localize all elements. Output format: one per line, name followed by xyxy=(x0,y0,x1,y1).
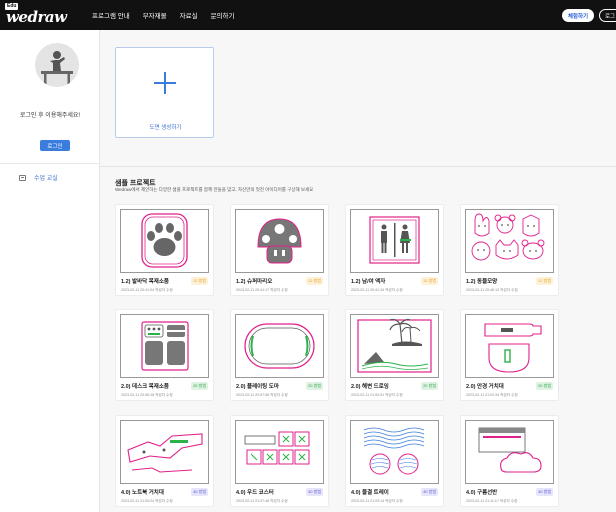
level-badge: 12 방법 xyxy=(191,277,208,285)
login-button-top[interactable]: 로그 xyxy=(599,9,616,22)
card-date: 2023-02-11 20:57:58 작성자 수정 xyxy=(236,393,288,397)
nav-contact[interactable]: 문의하기 xyxy=(211,10,235,20)
card-title: 4.0) 구름선반 xyxy=(466,490,498,496)
create-drawing-label: 도면 생성하기 xyxy=(149,125,182,131)
level-badge: 40 방법 xyxy=(306,488,323,496)
level-badge: 20 방법 xyxy=(421,382,438,390)
sample-card-paw-wood[interactable]: 1.2) 발바닥 목재소품 2023-02-11 20:41:04 작성자 수정… xyxy=(115,204,214,296)
sample-card-plating-board[interactable]: 2.0) 플레이팅 도마 2023-02-11 20:57:58 작성자 수정 … xyxy=(230,309,329,401)
card-date: 2023-02-11 21:11:17 작성자 수정 xyxy=(466,499,518,503)
card-date: 2023-02-11 21:00:51 작성자 수정 xyxy=(351,393,403,397)
card-title: 1.2) 남/여 액자 xyxy=(351,279,386,285)
wood-coaster-thumbnail xyxy=(235,420,324,484)
plating-board-thumbnail xyxy=(235,314,324,378)
card-title: 1.2) 동물모양 xyxy=(466,279,498,285)
card-date: 2023-02-11 20:41:34 작성자 수정 xyxy=(351,288,403,292)
card-title: 1.2) 슈퍼마리오 xyxy=(236,279,273,285)
login-prompt: 로그인 후 이용해주세요! xyxy=(19,113,81,119)
sample-card-restroom-frame[interactable]: 1.2) 남/여 액자 2023-02-11 20:41:34 작성자 수정 1… xyxy=(345,204,444,296)
sidebar-item-label: 수업 교실 xyxy=(34,176,58,182)
beach-drawing-thumbnail xyxy=(350,314,439,378)
sample-card-super-mario[interactable]: 1.2) 슈퍼마리오 2023-02-11 20:41:17 작성자 수정 12… xyxy=(230,204,329,296)
logo-wordmark: wedraw xyxy=(6,8,67,26)
level-badge: 12 방법 xyxy=(421,277,438,285)
card-date: 2023-02-11 20:46:13 작성자 수정 xyxy=(466,288,518,292)
card-date: 2023-02-11 20:41:04 작성자 수정 xyxy=(121,288,173,292)
level-badge: 40 방법 xyxy=(191,488,208,496)
card-title: 2.0) 플레이팅 도마 xyxy=(236,384,279,390)
level-badge: 12 방법 xyxy=(306,277,323,285)
laptop-stand-thumbnail xyxy=(120,420,209,484)
card-date: 2023-02-11 20:41:17 작성자 수정 xyxy=(236,288,288,292)
nav-resources[interactable]: 자료실 xyxy=(180,10,198,20)
sample-card-desk-organizer[interactable]: 2.0) 데스크 목재소품 2023-02-11 20:55:18 작성자 수정… xyxy=(115,309,214,401)
level-badge: 20 방법 xyxy=(306,382,323,390)
restroom-sign-thumbnail xyxy=(350,209,439,273)
animal-shapes-thumbnail xyxy=(465,209,554,273)
sidebar: 로그인 후 이용해주세요! 로그인 수업 교실 xyxy=(0,30,100,512)
card-title: 2.0) 데스크 목재소품 xyxy=(121,384,169,390)
level-badge: 20 방법 xyxy=(536,382,553,390)
level-badge: 40 방법 xyxy=(536,488,553,496)
samples-section-subtitle: Wedraw에서 제안하는 다양한 샘플 프로젝트를 함께 만들을 맞고, 자신… xyxy=(115,187,314,192)
card-title: 4.0) 노트북 거치대 xyxy=(121,490,164,496)
card-date: 2023-02-11 21:05:24 작성자 수정 xyxy=(121,499,173,503)
card-date: 2023-02-11 20:55:18 작성자 수정 xyxy=(121,393,173,397)
desk-organizer-thumbnail xyxy=(120,314,209,378)
card-title: 1.2) 발바닥 목재소품 xyxy=(121,279,169,285)
wedraw-logo[interactable]: Edu wedraw xyxy=(5,3,67,27)
paw-thumbnail xyxy=(120,209,209,273)
wave-tray-thumbnail xyxy=(350,420,439,484)
sidebar-item-classroom[interactable]: 수업 교실 xyxy=(19,173,58,182)
section-divider xyxy=(100,166,616,167)
avatar-person-icon xyxy=(41,51,73,87)
avatar xyxy=(35,43,79,87)
card-title: 4.0) 물결 트레이 xyxy=(351,490,389,496)
card-date: 2023-02-11 21:09:14 작성자 수정 xyxy=(351,499,403,503)
sidebar-divider xyxy=(0,163,100,164)
sample-card-cloud-shelf[interactable]: 4.0) 구름선반 2023-02-11 21:11:17 작성자 수정 40 … xyxy=(460,415,559,507)
sample-card-beach-drawing[interactable]: 2.0) 해변 드로잉 2023-02-11 21:00:51 작성자 수정 2… xyxy=(345,309,444,401)
plus-icon xyxy=(154,72,176,94)
nav-materials-shop[interactable]: 부자재몰 xyxy=(143,10,167,20)
sample-card-wave-tray[interactable]: 4.0) 물결 트레이 2023-02-11 21:09:14 작성자 수정 4… xyxy=(345,415,444,507)
sample-card-glasses-holder[interactable]: 2.0) 안경 거치대 2023-02-11 21:02:34 작성자 수정 2… xyxy=(460,309,559,401)
sample-card-animal-shapes[interactable]: 1.2) 동물모양 2023-02-11 20:46:13 작성자 수정 12 … xyxy=(460,204,559,296)
glasses-holder-thumbnail xyxy=(465,314,554,378)
card-title: 4.0) 우드 코스터 xyxy=(236,490,274,496)
mushroom-thumbnail xyxy=(235,209,324,273)
cloud-shelf-thumbnail xyxy=(465,420,554,484)
login-button[interactable]: 로그인 xyxy=(40,140,70,151)
level-badge: 40 방법 xyxy=(421,488,438,496)
nav-program-guide[interactable]: 프로그램 안내 xyxy=(92,10,130,20)
card-title: 2.0) 안경 거치대 xyxy=(466,384,504,390)
card-date: 2023-02-11 21:07:48 작성자 수정 xyxy=(236,499,288,503)
classroom-icon xyxy=(19,174,26,181)
main-nav: 프로그램 안내 부자재몰 자료실 문의하기 xyxy=(92,0,234,30)
create-drawing-card[interactable]: 도면 생성하기 xyxy=(115,47,214,138)
card-date: 2023-02-11 21:02:34 작성자 수정 xyxy=(466,393,518,397)
card-title: 2.0) 해변 드로잉 xyxy=(351,384,389,390)
sample-card-laptop-stand[interactable]: 4.0) 노트북 거치대 2023-02-11 21:05:24 작성자 수정 … xyxy=(115,415,214,507)
top-navigation-bar: Edu wedraw 프로그램 안내 부자재몰 자료실 문의하기 체험하기 로그 xyxy=(0,0,616,30)
level-badge: 20 방법 xyxy=(191,382,208,390)
level-badge: 12 방법 xyxy=(536,277,553,285)
start-button[interactable]: 체험하기 xyxy=(562,9,594,22)
sample-card-wood-coaster[interactable]: 4.0) 우드 코스터 2023-02-11 21:07:48 작성자 수정 4… xyxy=(230,415,329,507)
